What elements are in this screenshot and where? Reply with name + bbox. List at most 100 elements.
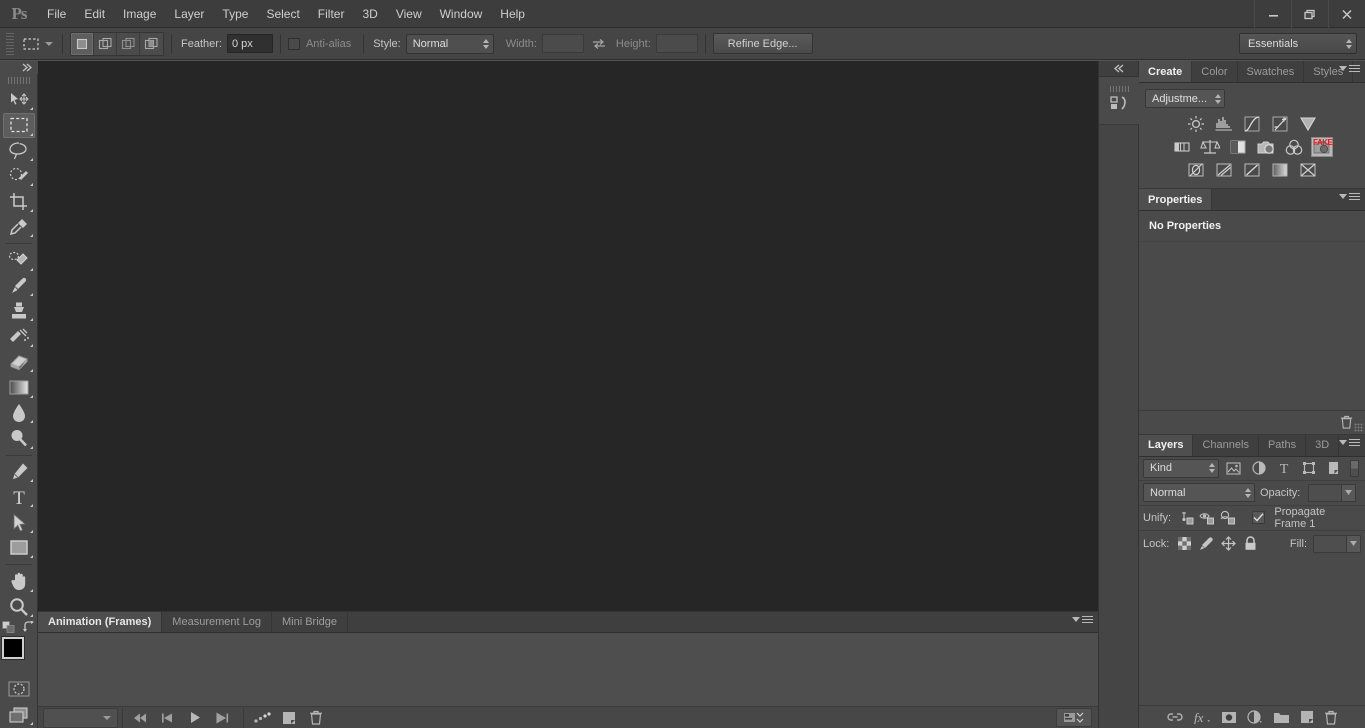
threshold-icon[interactable] <box>1241 160 1263 180</box>
clone-stamp-tool[interactable] <box>3 299 35 323</box>
tab-paths[interactable]: Paths <box>1259 434 1307 456</box>
levels-icon[interactable] <box>1213 114 1235 134</box>
rectangular-marquee-tool[interactable] <box>2 113 35 138</box>
blur-tool[interactable] <box>3 401 35 425</box>
lock-image-pixels-icon[interactable] <box>1197 534 1216 553</box>
black-white-icon[interactable] <box>1227 137 1249 157</box>
gradient-map-icon[interactable] <box>1269 160 1291 180</box>
unify-style-icon[interactable] <box>1220 508 1237 527</box>
swap-colors-icon[interactable] <box>22 620 36 633</box>
foreground-color-swatch[interactable] <box>1 637 24 660</box>
spot-healing-brush-tool[interactable] <box>3 248 35 272</box>
filter-type-layers-icon[interactable]: T <box>1273 458 1294 478</box>
color-balance-icon[interactable] <box>1199 137 1221 157</box>
new-layer-button[interactable] <box>1300 710 1314 724</box>
tools-panel-grip[interactable] <box>7 77 30 84</box>
tab-properties[interactable]: Properties <box>1139 189 1213 210</box>
tween-frames-button[interactable] <box>248 708 275 728</box>
tab-measurement-log[interactable]: Measurement Log <box>162 612 272 632</box>
adjustments-panel-menu-icon[interactable] <box>1339 65 1360 72</box>
propagate-frame-checkbox[interactable] <box>1252 511 1266 525</box>
intersect-with-selection-button[interactable] <box>140 32 163 55</box>
feather-input[interactable] <box>226 34 273 53</box>
select-first-frame-button[interactable] <box>127 708 154 728</box>
swap-width-height-icon[interactable] <box>592 38 606 50</box>
menu-window[interactable]: Window <box>431 0 492 28</box>
menu-image[interactable]: Image <box>114 0 165 28</box>
filter-smart-objects-icon[interactable] <box>1323 458 1344 478</box>
lock-all-icon[interactable] <box>1241 534 1260 553</box>
lock-position-icon[interactable] <box>1219 534 1238 553</box>
history-actions-panel-button[interactable] <box>1099 77 1140 125</box>
link-layers-button[interactable] <box>1166 711 1183 723</box>
play-animation-button[interactable] <box>181 708 208 728</box>
blend-mode-select[interactable]: Normal <box>1143 483 1255 503</box>
restore-button[interactable] <box>1291 0 1328 28</box>
eraser-tool[interactable] <box>3 350 35 374</box>
brush-tool[interactable] <box>3 274 35 298</box>
options-bar-grip[interactable] <box>6 32 14 55</box>
menu-filter[interactable]: Filter <box>309 0 354 28</box>
dodge-tool[interactable] <box>3 426 35 450</box>
filter-enable-toggle[interactable] <box>1350 459 1359 477</box>
properties-panel-menu-icon[interactable] <box>1339 193 1360 200</box>
tab-color[interactable]: Color <box>1192 61 1238 82</box>
menu-help[interactable]: Help <box>491 0 534 28</box>
brightness-contrast-icon[interactable] <box>1185 114 1207 134</box>
select-previous-frame-button[interactable] <box>154 708 181 728</box>
refine-edge-button[interactable]: Refine Edge... <box>712 33 813 54</box>
zoom-tool[interactable] <box>3 595 35 619</box>
layers-panel-menu-icon[interactable] <box>1339 438 1360 446</box>
selective-color-icon[interactable] <box>1297 160 1319 180</box>
posterize-icon[interactable] <box>1213 160 1235 180</box>
tab-create[interactable]: Create <box>1139 61 1193 82</box>
curves-icon[interactable] <box>1241 114 1263 134</box>
canvas-workspace[interactable] <box>38 61 1098 611</box>
photo-filter-icon[interactable] <box>1255 137 1277 157</box>
filter-pixel-layers-icon[interactable] <box>1223 458 1244 478</box>
unify-position-icon[interactable] <box>1178 508 1195 527</box>
style-select[interactable]: Normal <box>405 33 494 54</box>
tab-swatches[interactable]: Swatches <box>1238 61 1305 82</box>
lasso-tool[interactable] <box>3 139 35 163</box>
select-next-frame-button[interactable] <box>208 708 235 728</box>
new-group-button[interactable] <box>1273 711 1290 724</box>
animation-panel-menu-icon[interactable] <box>1072 616 1093 623</box>
delete-adjustment-button[interactable] <box>1340 415 1353 429</box>
invert-icon[interactable] <box>1185 160 1207 180</box>
filter-adjustment-layers-icon[interactable] <box>1248 458 1269 478</box>
duplicate-frame-button[interactable] <box>275 708 302 728</box>
fake-adjustment-icon[interactable]: FAKE <box>1311 137 1333 157</box>
convert-to-timeline-button[interactable] <box>1056 708 1092 727</box>
menu-edit[interactable]: Edit <box>75 0 114 28</box>
exposure-icon[interactable] <box>1269 114 1291 134</box>
tool-preset-picker[interactable] <box>18 33 55 55</box>
opacity-input[interactable] <box>1308 483 1357 502</box>
layer-style-fx-button[interactable]: fx <box>1193 710 1211 724</box>
rectangle-tool[interactable] <box>3 536 35 560</box>
adjustment-preset-select[interactable]: Adjustme... <box>1145 89 1225 108</box>
tab-channels[interactable]: Channels <box>1193 434 1259 456</box>
tab-mini-bridge[interactable]: Mini Bridge <box>271 612 348 632</box>
tab-animation-frames[interactable]: Animation (Frames) <box>38 612 163 632</box>
eyedropper-tool[interactable] <box>3 215 35 239</box>
panel-resize-grip[interactable] <box>1354 422 1363 432</box>
menu-type[interactable]: Type <box>213 0 257 28</box>
gradient-tool[interactable] <box>3 375 35 399</box>
menu-3d[interactable]: 3D <box>353 0 386 28</box>
default-colors-icon[interactable] <box>1 620 15 633</box>
anti-alias-checkbox[interactable] <box>287 37 300 50</box>
lock-transparent-pixels-icon[interactable] <box>1175 534 1194 553</box>
workspace-select[interactable]: Essentials <box>1239 33 1357 54</box>
subtract-from-selection-button[interactable] <box>117 32 140 55</box>
menu-view[interactable]: View <box>387 0 431 28</box>
minimize-button[interactable] <box>1254 0 1291 28</box>
menu-select[interactable]: Select <box>257 0 308 28</box>
move-tool[interactable] <box>3 88 35 112</box>
pen-tool[interactable] <box>3 460 35 484</box>
animation-frames-area[interactable] <box>38 633 1098 706</box>
delete-frame-button[interactable] <box>302 708 329 728</box>
add-layer-mask-button[interactable] <box>1221 711 1237 724</box>
quick-mask-button[interactable] <box>3 677 35 701</box>
delete-layer-button[interactable] <box>1324 710 1338 725</box>
